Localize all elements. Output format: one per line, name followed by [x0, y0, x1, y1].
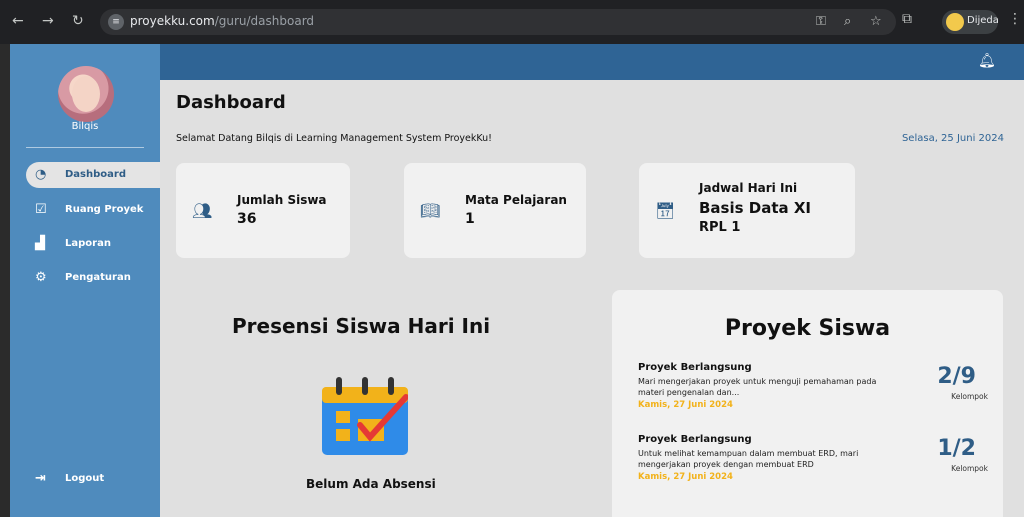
- password-key-icon[interactable]: ⚿: [816, 14, 826, 29]
- sidebar: Bilqis ◔ Dashboard ☑ Ruang Proyek ▟ Lapo…: [10, 44, 160, 517]
- url-path: /guru/dashboard: [214, 14, 315, 28]
- page-title: Dashboard: [176, 92, 286, 113]
- proyek-date: Kamis, 27 Juni 2024: [638, 472, 733, 482]
- user-name: Bilqis: [71, 121, 99, 132]
- forward-icon[interactable]: →: [42, 11, 54, 31]
- proyek-desc: Untuk melihat kemampuan dalam membuat ER…: [638, 449, 859, 469]
- extensions-icon[interactable]: ⧉: [902, 11, 912, 27]
- sidebar-item-label: Ruang Proyek: [65, 204, 144, 215]
- dashboard-icon: ◔: [35, 167, 47, 182]
- sidebar-item-laporan[interactable]: ▟ Laporan: [26, 231, 160, 257]
- chart-icon: ▟: [35, 236, 45, 251]
- profile-name: Dijeda: [967, 15, 999, 26]
- zoom-icon[interactable]: ⌕: [844, 14, 851, 29]
- bell-icon[interactable]: 🔔︎: [978, 53, 996, 69]
- calendar-icon: 📅︎: [655, 201, 676, 220]
- welcome-text: Selamat Datang Bilqis di Learning Manage…: [176, 133, 492, 144]
- sidebar-item-ruang-proyek[interactable]: ☑ Ruang Proyek: [26, 197, 160, 223]
- stat-card-mapel: 📖︎ Mata Pelajaran 1: [404, 163, 586, 258]
- jadwal-line-2: RPL 1: [699, 220, 741, 235]
- presensi-title: Presensi Siswa Hari Ini: [232, 314, 491, 338]
- proyek-card: Proyek Siswa Proyek Berlangsung Mari men…: [612, 290, 1003, 517]
- logout-label: Logout: [65, 473, 105, 484]
- proyek-count: 1/2: [937, 436, 976, 461]
- sidebar-item-label: Dashboard: [65, 169, 126, 180]
- sidebar-item-label: Laporan: [65, 238, 111, 249]
- star-icon[interactable]: ☆: [870, 14, 882, 29]
- gear-icon: ⚙: [35, 270, 47, 285]
- proyek-desc: Mari mengerjakan proyek untuk menguji pe…: [638, 377, 877, 397]
- proyek-count-label: Kelompok: [951, 464, 988, 473]
- stat-title: Jadwal Hari Ini: [699, 181, 798, 195]
- avatar: [58, 66, 114, 122]
- current-date: Selasa, 25 Juni 2024: [901, 133, 1004, 144]
- profile-avatar: [946, 13, 964, 31]
- sidebar-item-dashboard[interactable]: ◔ Dashboard: [26, 162, 160, 188]
- profile-button[interactable]: Dijeda: [942, 10, 999, 34]
- users-icon: 👥︎: [192, 201, 213, 220]
- reload-icon[interactable]: ↻: [72, 11, 84, 31]
- main-content: Dashboard Selamat Datang Bilqis di Learn…: [160, 80, 1024, 517]
- sidebar-item-pengaturan[interactable]: ⚙ Pengaturan: [26, 265, 160, 291]
- sidebar-divider: [26, 147, 144, 148]
- logout-icon: ⇥: [35, 471, 46, 486]
- browser-menu-icon[interactable]: ⋮: [1008, 11, 1022, 27]
- stat-card-jadwal: 📅︎ Jadwal Hari Ini Basis Data XI RPL 1: [639, 163, 855, 258]
- jadwal-line-1: Basis Data XI: [699, 199, 812, 217]
- proyek-date: Kamis, 27 Juni 2024: [638, 400, 733, 410]
- browser-toolbar: ← → ↻ ≡ proyekku.com/guru/dashboard ⚿ ⌕ …: [0, 0, 1024, 44]
- proyek-status: Proyek Berlangsung: [638, 362, 752, 373]
- proyek-status: Proyek Berlangsung: [638, 434, 752, 445]
- logout-button[interactable]: ⇥ Logout: [26, 466, 160, 492]
- clipboard-check-icon: ☑: [35, 202, 47, 217]
- stat-title: Mata Pelajaran: [465, 193, 567, 207]
- stat-value: 36: [237, 211, 257, 227]
- url-text[interactable]: proyekku.com/guru/dashboard: [130, 14, 314, 28]
- url-domain: proyekku.com: [130, 14, 215, 28]
- stat-title: Jumlah Siswa: [237, 193, 327, 207]
- sidebar-item-label: Pengaturan: [65, 272, 131, 283]
- stat-value: 1: [465, 211, 475, 227]
- top-bar: 🔔︎: [160, 44, 1024, 80]
- proyek-count: 2/9: [937, 364, 976, 389]
- book-icon: 📖︎: [420, 201, 441, 220]
- proyek-count-label: Kelompok: [951, 392, 988, 401]
- stat-card-siswa: 👥︎ Jumlah Siswa 36: [176, 163, 350, 258]
- back-icon[interactable]: ←: [12, 11, 24, 31]
- calendar-check-icon: [322, 377, 408, 455]
- proyek-title: Proyek Siswa: [724, 316, 891, 341]
- presensi-empty-label: Belum Ada Absensi: [306, 477, 436, 491]
- address-bar[interactable]: ≡ proyekku.com/guru/dashboard ⚿ ⌕ ☆: [100, 9, 896, 35]
- site-info-icon[interactable]: ≡: [108, 14, 124, 30]
